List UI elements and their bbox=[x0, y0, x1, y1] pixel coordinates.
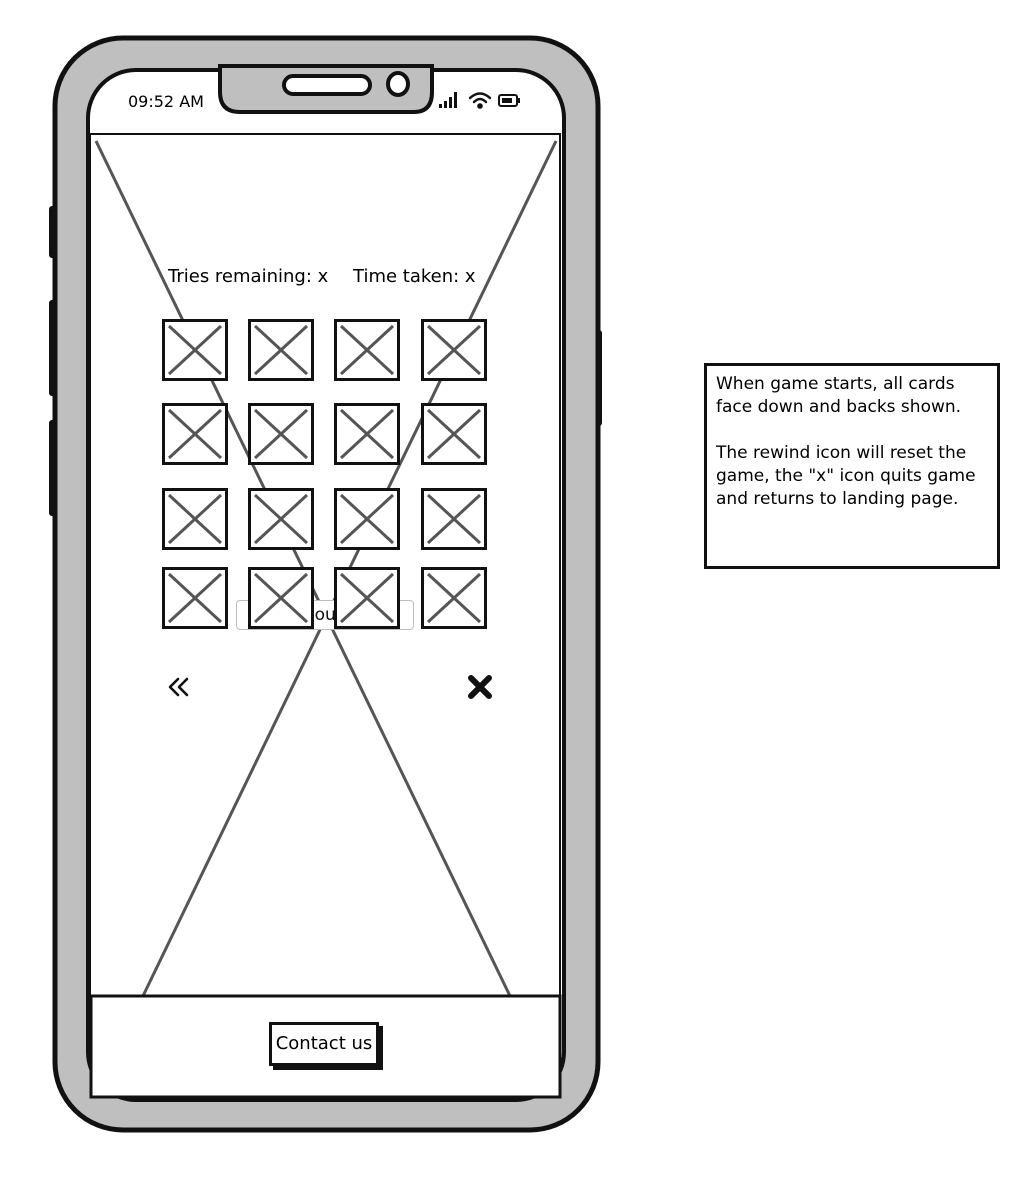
annotation-note: When game starts, all cards face down an… bbox=[704, 363, 1000, 569]
annotation-line-1: When game starts, all cards face down an… bbox=[716, 374, 962, 417]
card-2[interactable] bbox=[248, 319, 314, 381]
card-3[interactable] bbox=[334, 319, 400, 381]
annotation-line-2: The rewind icon will reset the game, the… bbox=[716, 443, 976, 509]
status-time: 09:52 AM bbox=[128, 92, 204, 111]
card-10[interactable] bbox=[248, 488, 314, 550]
card-7[interactable] bbox=[334, 403, 400, 465]
card-9[interactable] bbox=[162, 488, 228, 550]
card-12[interactable] bbox=[421, 488, 487, 550]
content-frame bbox=[89, 133, 561, 999]
tries-remaining-label: Tries remaining: x bbox=[168, 266, 329, 287]
card-15[interactable] bbox=[334, 567, 400, 629]
time-taken-label: Time taken: x bbox=[353, 266, 476, 287]
card-6[interactable] bbox=[248, 403, 314, 465]
card-14[interactable] bbox=[248, 567, 314, 629]
contact-us-button[interactable]: Contact us bbox=[269, 1022, 379, 1066]
card-13[interactable] bbox=[162, 567, 228, 629]
card-11[interactable] bbox=[334, 488, 400, 550]
card-4[interactable] bbox=[421, 319, 487, 381]
card-5[interactable] bbox=[162, 403, 228, 465]
close-icon[interactable] bbox=[466, 673, 494, 701]
card-8[interactable] bbox=[421, 403, 487, 465]
speaker-icon bbox=[282, 74, 372, 96]
card-1[interactable] bbox=[162, 319, 228, 381]
camera-icon bbox=[386, 71, 410, 97]
card-16[interactable] bbox=[421, 567, 487, 629]
rewind-icon[interactable] bbox=[166, 675, 192, 699]
wireframe-canvas: 09:52 AM Tries remaining: x Time taken: … bbox=[0, 0, 1027, 1180]
